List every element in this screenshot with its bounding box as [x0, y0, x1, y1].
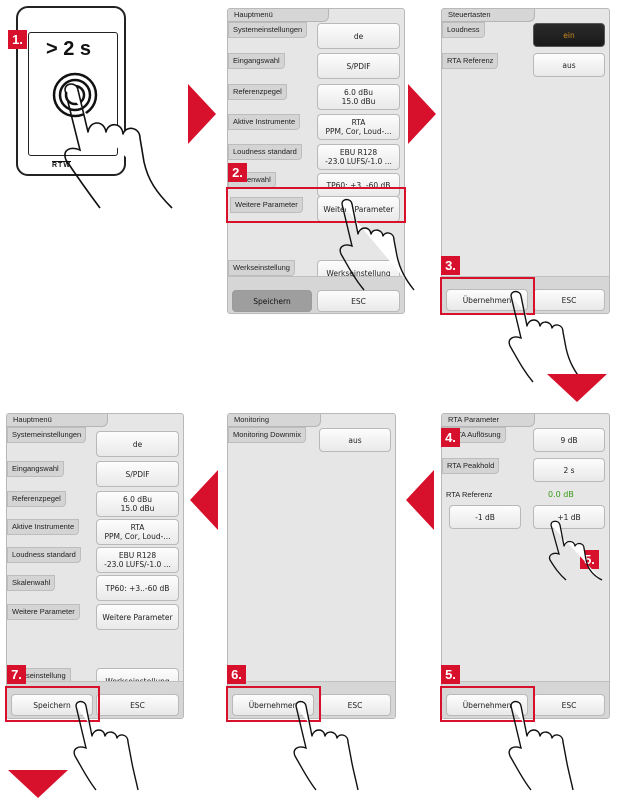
step-badge-2: 2.	[228, 163, 247, 182]
save-button[interactable]: Speichern	[232, 290, 312, 312]
pointing-hand-icon	[339, 198, 415, 291]
row-label-input-select: Eingangswahl	[228, 53, 285, 69]
arrow-right-icon	[408, 84, 436, 144]
row-label-reference-level: Referenzpegel	[228, 84, 287, 100]
row-label-loudness-standard: Loudness standard	[228, 144, 302, 160]
loudness-toggle[interactable]: ein	[533, 23, 605, 47]
system-settings-button[interactable]: de	[96, 431, 179, 457]
pointing-hand-icon	[293, 700, 359, 791]
panel-title: Monitoring	[228, 414, 321, 427]
row-label-scale-select: Skalenwahl	[7, 575, 56, 591]
pointing-hand-icon	[64, 83, 173, 209]
row-label-active-instruments: Aktive Instrumente	[228, 114, 301, 130]
row-label-rta-reference: RTA Referenz	[446, 490, 493, 499]
active-instruments-button[interactable]: RTA PPM, Cor, Loud-...	[96, 519, 179, 545]
rta-reference-toggle[interactable]: aus	[533, 53, 605, 77]
step-badge-3: 3.	[441, 256, 460, 275]
pointing-hand-icon	[73, 700, 139, 791]
panel-title: Steuertasten	[442, 9, 535, 22]
step-badge-6: 6.	[227, 665, 246, 684]
row-label-rta-peakhold: RTA Peakhold	[442, 458, 500, 474]
arrow-left-icon	[406, 470, 434, 530]
main-menu-panel-final: Hauptmenü Systemeinstellungen de Eingang…	[6, 413, 184, 719]
row-label-reference-level: Referenzpegel	[7, 491, 66, 507]
arrow-right-icon	[188, 84, 216, 144]
more-parameters-button[interactable]: Weitere Parameter	[96, 604, 179, 630]
pointing-hand-icon	[508, 290, 584, 383]
loudness-standard-button[interactable]: EBU R128 -23.0 LUFS/-1.0 ...	[96, 547, 179, 573]
panel-title: Hauptmenü	[7, 414, 108, 427]
control-keys-panel: Steuertasten Loudness ein RTA Referenz a…	[441, 8, 610, 314]
arrow-left-icon	[190, 470, 218, 530]
monitoring-panel: Monitoring Monitoring Downmix aus Überne…	[227, 413, 396, 719]
arrow-down-icon	[8, 770, 68, 798]
rta-reference-value: 0.0 dB	[548, 490, 574, 499]
step-badge-4: 4.	[441, 428, 460, 447]
rta-resolution-button[interactable]: 9 dB	[533, 428, 605, 452]
step-badge-1: 1.	[8, 30, 27, 49]
row-label-more-parameters: Weitere Parameter	[7, 604, 80, 620]
row-label-loudness-standard: Loudness standard	[7, 547, 81, 563]
input-select-button[interactable]: S/PDIF	[317, 53, 400, 79]
step-badge-7: 7.	[7, 665, 26, 684]
row-label-loudness: Loudness	[442, 22, 485, 38]
row-label-system-settings: Systemeinstellungen	[7, 427, 87, 443]
decrease-button[interactable]: -1 dB	[449, 505, 521, 529]
input-select-button[interactable]: S/PDIF	[96, 461, 179, 487]
row-label-factory-reset: Werkseinstellung	[228, 260, 295, 276]
scale-select-button[interactable]: TP60: +3..-60 dB	[96, 575, 179, 601]
monitoring-downmix-button[interactable]: aus	[319, 428, 391, 452]
row-label-input-select: Eingangswahl	[7, 461, 64, 477]
row-label-system-settings: Systemeinstellungen	[228, 22, 308, 38]
panel-title: RTA Parameter	[442, 414, 535, 427]
reference-level-button[interactable]: 6.0 dBu 15.0 dBu	[317, 84, 400, 110]
row-label-active-instruments: Aktive Instrumente	[7, 519, 80, 535]
reference-level-button[interactable]: 6.0 dBu 15.0 dBu	[96, 491, 179, 517]
pointing-hand-icon	[508, 700, 574, 791]
loudness-standard-button[interactable]: EBU R128 -23.0 LUFS/-1.0 ...	[317, 144, 400, 170]
row-label-rta-reference: RTA Referenz	[442, 53, 499, 69]
gesture-duration-label: > 2 s	[46, 38, 92, 60]
system-settings-button[interactable]: de	[317, 23, 400, 49]
panel-title: Hauptmenü	[228, 9, 329, 22]
rta-peakhold-button[interactable]: 2 s	[533, 458, 605, 482]
step-badge-5-apply: 5.	[441, 665, 460, 684]
active-instruments-button[interactable]: RTA PPM, Cor, Loud-...	[317, 114, 400, 140]
row-label-monitoring-downmix: Monitoring Downmix	[228, 427, 306, 443]
esc-button[interactable]: ESC	[317, 290, 400, 312]
pointing-hand-icon	[548, 520, 603, 581]
arrow-down-icon	[547, 374, 607, 402]
